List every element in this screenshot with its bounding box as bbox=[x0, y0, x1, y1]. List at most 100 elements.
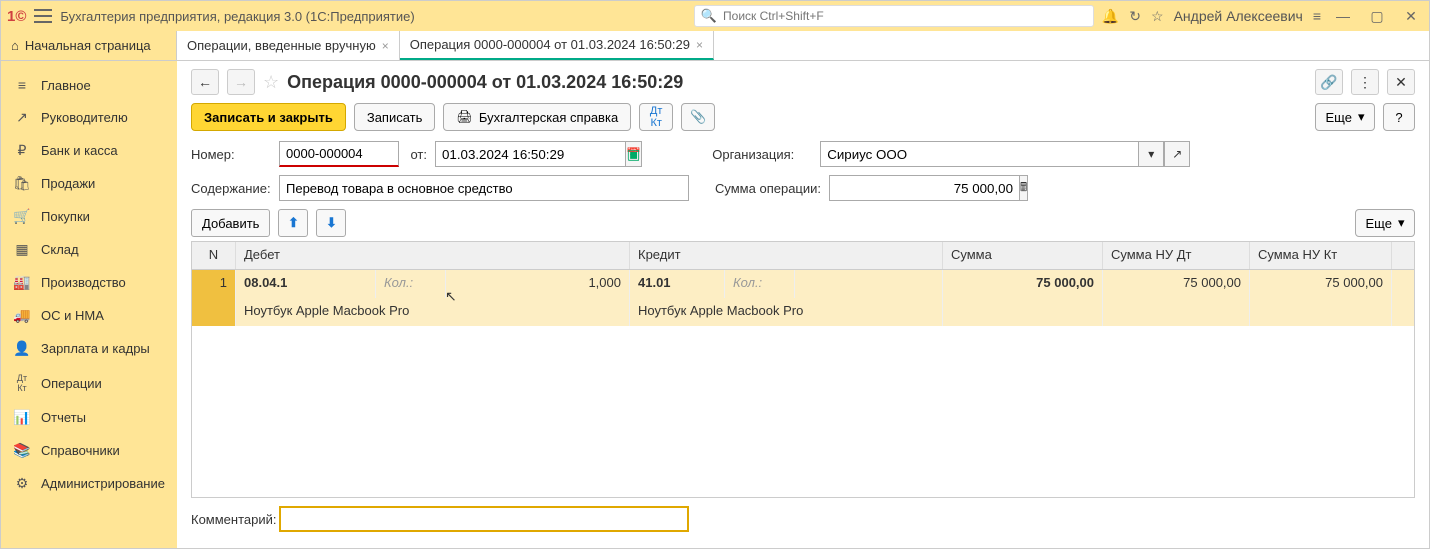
sum-value[interactable]: 75 000,00 bbox=[943, 270, 1103, 298]
content-input[interactable] bbox=[279, 175, 689, 201]
debit-account[interactable]: 08.04.1 bbox=[236, 270, 376, 298]
col-sum[interactable]: Сумма bbox=[943, 242, 1103, 269]
qty-label: Кол.: bbox=[725, 270, 795, 298]
dtkt-icon: Дт Кт bbox=[13, 373, 31, 393]
sidebar-item-main[interactable]: ≡Главное bbox=[1, 69, 177, 101]
minimize-button[interactable]: — bbox=[1331, 4, 1355, 28]
sidebar-item-label: Производство bbox=[41, 275, 126, 290]
sidebar-item-label: Отчеты bbox=[41, 410, 86, 425]
username[interactable]: Андрей Алексеевич bbox=[1174, 8, 1303, 24]
sidebar-item-reports[interactable]: 📊Отчеты bbox=[1, 401, 177, 434]
person-icon: 👤 bbox=[13, 340, 31, 357]
col-debit[interactable]: Дебет bbox=[236, 242, 630, 269]
entries-table: N Дебет Кредит Сумма Сумма НУ Дт Сумма Н… bbox=[191, 241, 1415, 498]
bell-icon[interactable]: 🔔 bbox=[1102, 8, 1119, 25]
comment-input[interactable] bbox=[279, 506, 689, 532]
app-title: Бухгалтерия предприятия, редакция 3.0 (1… bbox=[60, 9, 685, 24]
sidebar-item-label: Зарплата и кадры bbox=[41, 341, 150, 356]
sidebar-item-sales[interactable]: 🛍Продажи bbox=[1, 167, 177, 200]
sum-input[interactable] bbox=[829, 175, 1019, 201]
favorite-star-icon[interactable]: ☆ bbox=[263, 72, 279, 93]
more-button[interactable]: Еще ▾ bbox=[1315, 103, 1375, 131]
sidebar-item-label: Покупки bbox=[41, 209, 90, 224]
attach-button[interactable]: 📎 bbox=[681, 103, 715, 131]
help-button[interactable]: ? bbox=[1383, 103, 1415, 131]
sidebar-item-payroll[interactable]: 👤 Зарплата и кадры bbox=[1, 332, 177, 365]
dt-mode-icon[interactable]: ▣ bbox=[627, 146, 640, 163]
col-credit[interactable]: Кредит bbox=[630, 242, 943, 269]
number-input[interactable] bbox=[279, 141, 399, 167]
close-button[interactable]: ✕ bbox=[1399, 4, 1423, 28]
settings-icon[interactable]: ≡ bbox=[1313, 8, 1321, 24]
col-nu-kt[interactable]: Сумма НУ Кт bbox=[1250, 242, 1392, 269]
kebab-icon[interactable]: ⋮ bbox=[1351, 69, 1379, 95]
dtkt-button[interactable]: ДтКт bbox=[639, 103, 673, 131]
nav-forward-button[interactable]: → bbox=[227, 69, 255, 95]
calculator-icon[interactable]: 🖩 bbox=[1019, 175, 1028, 201]
credit-item[interactable]: Ноутбук Apple Macbook Pro bbox=[630, 298, 943, 326]
star-icon[interactable]: ☆ bbox=[1151, 8, 1164, 25]
sidebar-item-label: Операции bbox=[41, 376, 102, 391]
open-icon[interactable]: ↗ bbox=[1164, 141, 1190, 167]
table-header: N Дебет Кредит Сумма Сумма НУ Дт Сумма Н… bbox=[192, 242, 1414, 270]
add-row-button[interactable]: Добавить bbox=[191, 209, 270, 237]
tab-close-icon[interactable]: × bbox=[382, 39, 389, 53]
sidebar-item-production[interactable]: 🏭 Производство bbox=[1, 266, 177, 299]
sidebar-item-label: Справочники bbox=[41, 443, 120, 458]
grid-icon: ▦ bbox=[13, 241, 31, 258]
tab-operations-manual[interactable]: Операции, введенные вручную × bbox=[177, 31, 400, 60]
sidebar-item-references[interactable]: 📚 Справочники bbox=[1, 434, 177, 467]
tabs-row: ⌂ Начальная страница Операции, введенные… bbox=[1, 31, 1429, 61]
save-close-button[interactable]: Записать и закрыть bbox=[191, 103, 346, 131]
sidebar-item-operations[interactable]: Дт Кт Операции bbox=[1, 365, 177, 401]
sidebar-item-manager[interactable]: ↗Руководителю bbox=[1, 101, 177, 134]
link-icon[interactable]: 🔗 bbox=[1315, 69, 1343, 95]
sidebar-item-admin[interactable]: ⚙Администрирование bbox=[1, 467, 177, 500]
search-box[interactable]: 🔍 bbox=[694, 5, 1094, 27]
sidebar-item-assets[interactable]: 🚚ОС и НМА bbox=[1, 299, 177, 332]
sidebar-item-label: Склад bbox=[41, 242, 79, 257]
date-field[interactable]: 📅 bbox=[435, 141, 615, 167]
sum-label: Сумма операции: bbox=[715, 181, 821, 196]
nu-dt-value[interactable]: 75 000,00 bbox=[1103, 270, 1250, 298]
col-n[interactable]: N bbox=[192, 242, 236, 269]
tab-label: Операция 0000-000004 от 01.03.2024 16:50… bbox=[410, 37, 690, 52]
move-up-button[interactable]: ⬆ bbox=[278, 209, 308, 237]
menu-icon[interactable] bbox=[34, 9, 52, 23]
history-icon[interactable]: ↻ bbox=[1129, 8, 1141, 25]
close-panel-button[interactable]: ✕ bbox=[1387, 69, 1415, 95]
tab-current-operation[interactable]: Операция 0000-000004 от 01.03.2024 16:50… bbox=[400, 31, 714, 60]
sidebar-item-label: Руководителю bbox=[41, 110, 128, 125]
tab-close-icon[interactable]: × bbox=[696, 38, 703, 52]
factory-icon: 🏭 bbox=[13, 274, 31, 291]
debit-qty[interactable]: 1,000 bbox=[446, 270, 630, 298]
org-input[interactable] bbox=[820, 141, 1138, 167]
list-icon: ≡ bbox=[13, 77, 31, 93]
date-input[interactable] bbox=[435, 141, 625, 167]
nu-kt-value[interactable]: 75 000,00 bbox=[1250, 270, 1392, 298]
debit-item[interactable]: Ноутбук Apple Macbook Pro bbox=[236, 298, 630, 326]
books-icon: 📚 bbox=[13, 442, 31, 459]
dropdown-icon[interactable]: ▾ bbox=[1138, 141, 1164, 167]
save-button[interactable]: Записать bbox=[354, 103, 436, 131]
home-icon: ⌂ bbox=[11, 38, 19, 53]
sum-field[interactable]: 🖩 bbox=[829, 175, 989, 201]
maximize-button[interactable]: ▢ bbox=[1365, 4, 1389, 28]
table-row[interactable]: 1 08.04.1 Кол.: 1,000 41.01 Кол.: 75 000… bbox=[192, 270, 1414, 326]
move-down-button[interactable]: ⬇ bbox=[316, 209, 346, 237]
credit-account[interactable]: 41.01 bbox=[630, 270, 725, 298]
nav-back-button[interactable]: ← bbox=[191, 69, 219, 95]
col-nu-dt[interactable]: Сумма НУ Дт bbox=[1103, 242, 1250, 269]
search-input[interactable] bbox=[723, 9, 1087, 23]
table-more-button[interactable]: Еще ▾ bbox=[1355, 209, 1415, 237]
credit-qty[interactable] bbox=[795, 270, 943, 298]
org-label: Организация: bbox=[712, 147, 812, 162]
sidebar-item-purchases[interactable]: 🛒Покупки bbox=[1, 200, 177, 233]
home-tab[interactable]: ⌂ Начальная страница bbox=[1, 31, 177, 60]
org-field[interactable]: ▾ ↗ bbox=[820, 141, 1190, 167]
nu-dt-pad bbox=[1103, 298, 1250, 326]
sidebar-item-bank[interactable]: ₽Банк и касса bbox=[1, 134, 177, 167]
comment-label: Комментарий: bbox=[191, 512, 271, 527]
sidebar-item-warehouse[interactable]: ▦ Склад bbox=[1, 233, 177, 266]
print-button[interactable]: 🖨 Бухгалтерская справка bbox=[443, 103, 631, 131]
